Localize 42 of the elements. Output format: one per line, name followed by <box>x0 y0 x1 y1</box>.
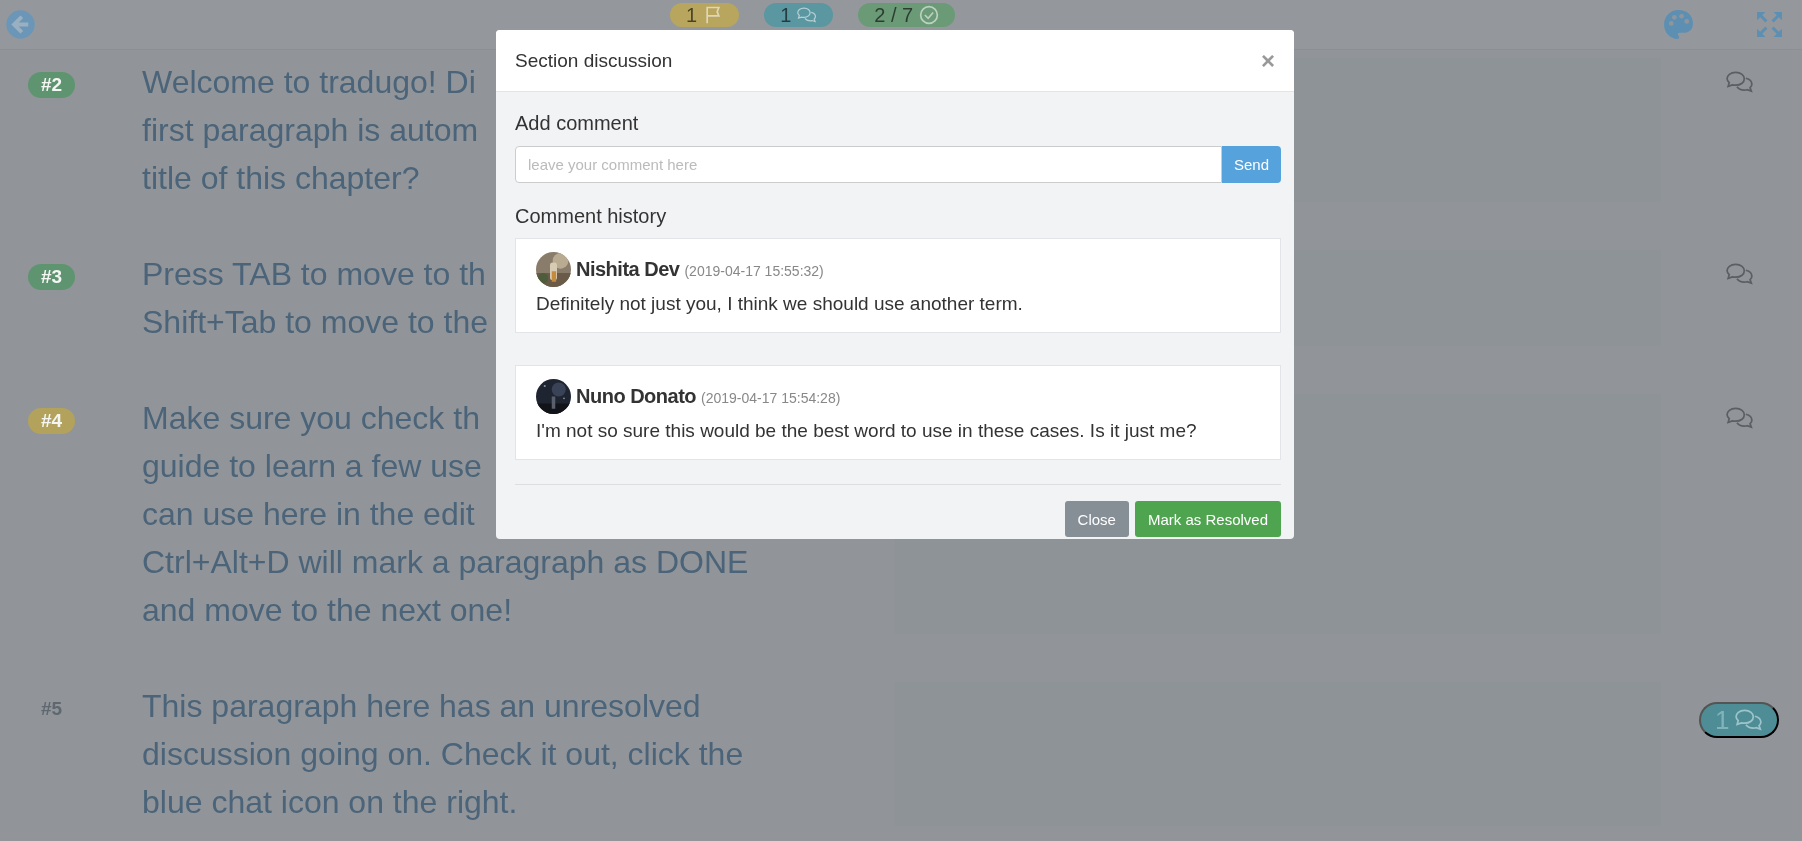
paragraph-text: and move to the next one! <box>142 591 513 630</box>
chat-icon[interactable] <box>1726 70 1754 94</box>
paragraph-text: can use here in the edit <box>142 495 475 534</box>
paragraph-text: This paragraph here has an unresolved <box>142 687 701 726</box>
close-button[interactable]: Close <box>1064 501 1129 537</box>
paragraph-text: guide to learn a few use <box>142 447 482 486</box>
fullscreen-icon[interactable] <box>1755 10 1784 39</box>
comment-author: Nishita Dev <box>576 258 680 281</box>
paragraph-text: first paragraph is autom <box>142 111 479 150</box>
paragraph-text: title of this chapter? <box>142 159 420 198</box>
paragraph-text: discussion going on. Check it out, click the <box>142 735 744 774</box>
paragraph-text: Press TAB to move to th <box>142 255 486 294</box>
paragraph-number-badge: #3 <box>28 264 75 290</box>
comment-input[interactable]: leave your comment here <box>515 146 1222 183</box>
chat-icon <box>1735 708 1764 732</box>
section-label: Comment history <box>515 205 668 228</box>
paragraph-text: Welcome to tradugo! Di <box>142 63 476 102</box>
paragraph-text: Shift+Tab to move to the <box>142 303 488 342</box>
paragraph-text: blue chat icon on the right. <box>142 783 518 822</box>
comment-author: Nuno Donato <box>576 385 697 408</box>
paragraph-text: Ctrl+Alt+D will mark a paragraph as DONE <box>142 543 749 582</box>
send-button[interactable]: Send <box>1222 146 1281 183</box>
comment-text: I'm not so sure this would be the best word to use in these cases. Is it just me? <box>536 420 1198 442</box>
dialog-title: Section discussion <box>515 49 673 72</box>
check-circle-icon <box>919 5 940 25</box>
back-icon[interactable] <box>5 9 36 40</box>
chat-icon[interactable] <box>1726 406 1754 430</box>
comment-text: Definitely not just you, I think we should use another term. <box>536 293 1024 315</box>
comment-timestamp: (2019-04-17 15:54:28) <box>701 390 841 406</box>
paragraph-number-badge: #4 <box>28 408 75 434</box>
palette-icon[interactable] <box>1662 8 1695 41</box>
paragraph-number-badge: #2 <box>28 72 75 98</box>
comment-timestamp: (2019-04-17 15:55:32) <box>684 263 824 279</box>
chat-count-badge[interactable]: 1 <box>764 3 834 27</box>
section-label: Add comment <box>515 112 640 135</box>
paragraph-text: Make sure you check th <box>142 399 480 438</box>
check-count-badge[interactable]: 2 / 7 <box>858 3 956 27</box>
chat-icon[interactable] <box>1726 262 1754 286</box>
flag-count-badge[interactable]: 1 <box>670 3 740 27</box>
resolve-button[interactable]: Mark as Resolved <box>1134 501 1281 537</box>
close-button[interactable]: × <box>1261 48 1275 73</box>
chat-icon <box>797 5 818 25</box>
